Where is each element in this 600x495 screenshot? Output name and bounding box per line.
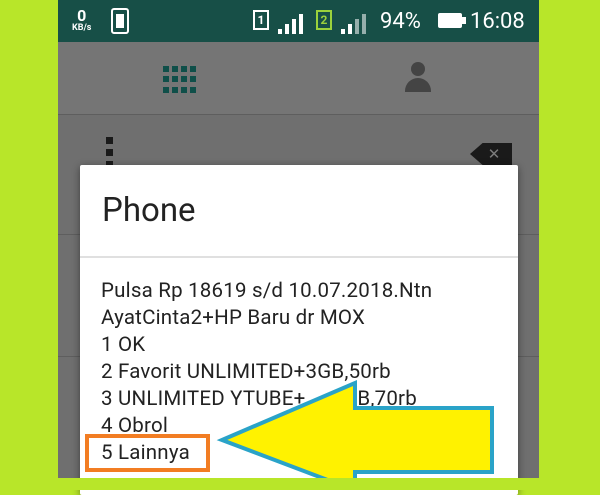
sim1-icon: 1 [253, 10, 269, 30]
message-line: AyatCinta2+HP Baru dr MOX [101, 306, 366, 330]
signal-strength-icon [341, 12, 369, 34]
menu-option-3: 3 UNLIMITED YTUBE+ [101, 387, 306, 411]
frame-border [590, 0, 600, 490]
frame-border [0, 478, 600, 490]
dialog-divider [80, 256, 518, 258]
frame-border [0, 0, 12, 490]
signal-strength-icon [278, 12, 306, 34]
clock: 16:08 [470, 9, 525, 34]
data-speed-indicator: 0 KB/s [72, 8, 92, 34]
menu-option-3-tail: B,70rb [357, 387, 417, 411]
dialog-title: Phone [102, 191, 196, 230]
data-speed-unit: KB/s [72, 23, 92, 33]
tab-bar [58, 42, 539, 115]
backspace-icon[interactable]: ✕ [470, 143, 512, 165]
sim2-icon: 2 [316, 10, 332, 30]
dialpad-icon[interactable] [163, 66, 196, 94]
device-icon [111, 8, 129, 34]
menu-option-1: 1 OK [101, 333, 146, 357]
status-bar: 0 KB/s 1 2 94% 16:08 [58, 0, 539, 42]
message-line: Pulsa Rp 18619 s/d 10.07.2018.Ntn [101, 279, 433, 303]
battery-percent: 94% [380, 9, 421, 34]
highlight-box [85, 434, 210, 472]
contacts-icon[interactable] [403, 62, 433, 94]
menu-option-2: 2 Favorit UNLIMITED+3GB,50rb [101, 360, 391, 384]
battery-icon [438, 13, 466, 28]
